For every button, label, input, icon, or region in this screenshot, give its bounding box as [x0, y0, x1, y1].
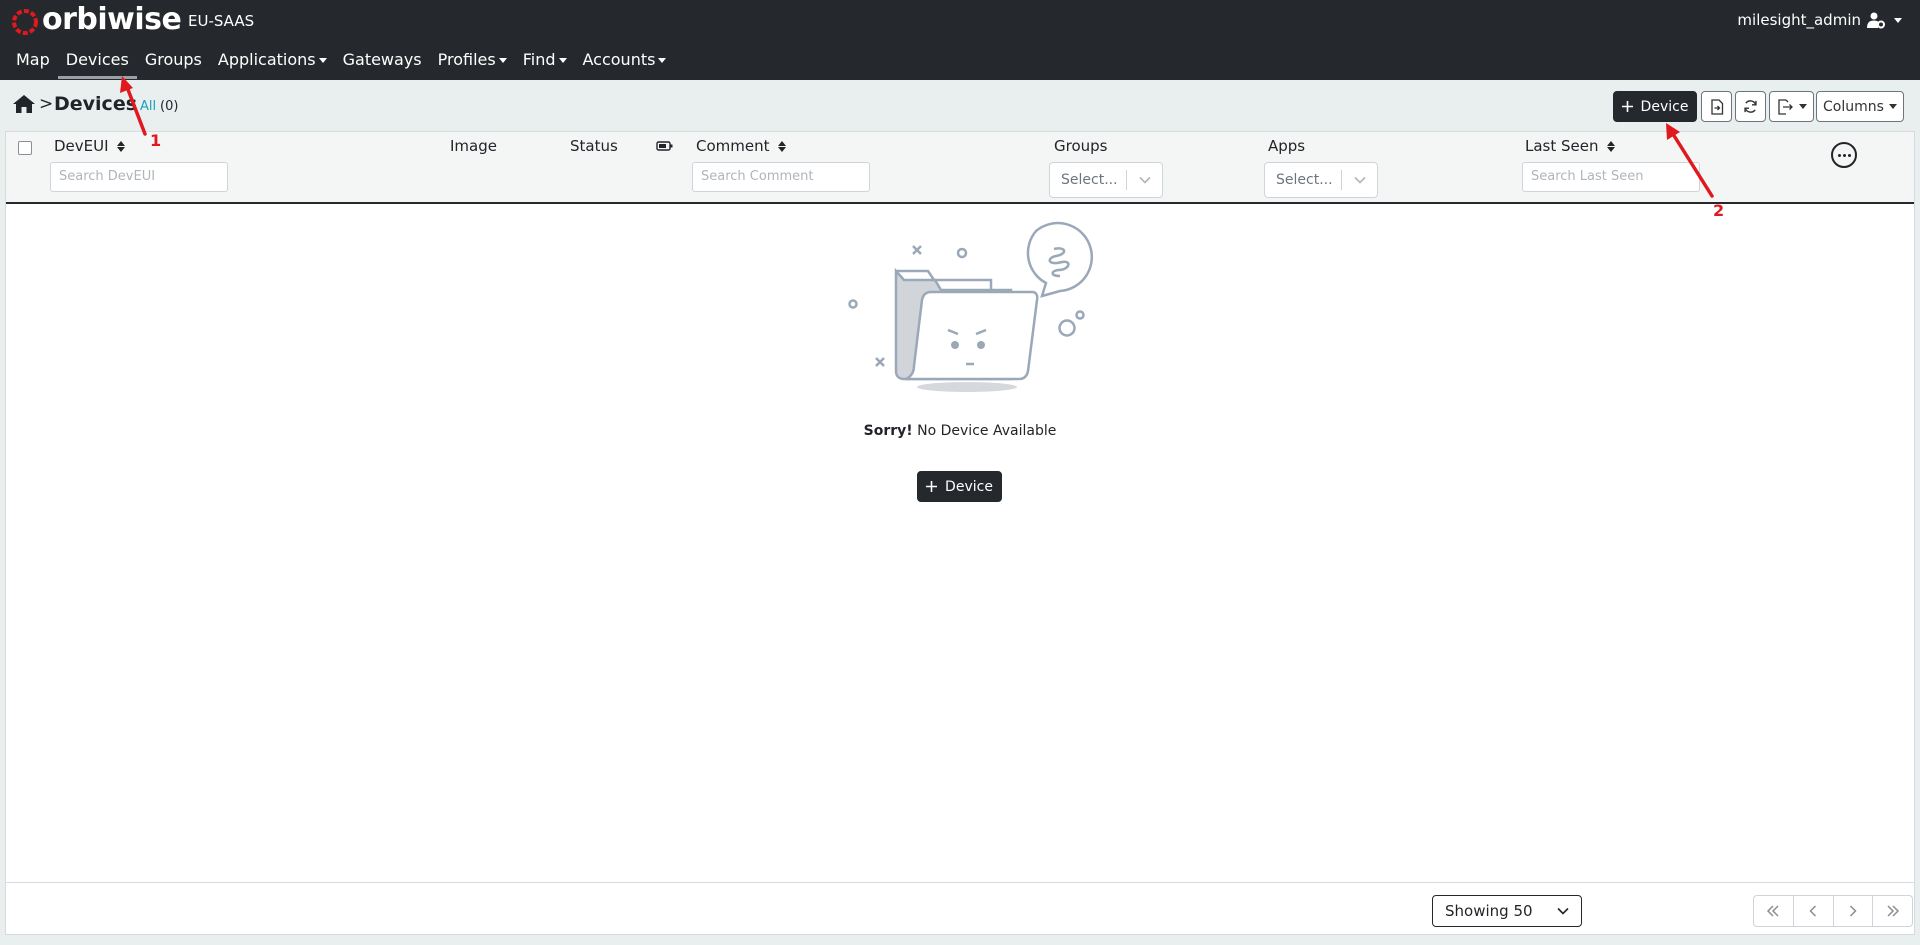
- nav-find[interactable]: Find: [515, 49, 575, 73]
- page-title: Devices: [54, 93, 138, 115]
- column-status: Status: [570, 137, 618, 155]
- chevron-down-icon: [1798, 104, 1807, 109]
- export-icon: [1777, 98, 1793, 115]
- chevron-down-icon: [658, 58, 667, 63]
- chevron-left-icon: [1809, 905, 1817, 917]
- table-footer: Showing 50: [6, 882, 1914, 934]
- main-nav: Map Devices Groups Applications Gateways…: [8, 49, 675, 79]
- home-icon[interactable]: [13, 95, 35, 113]
- filter-all-link[interactable]: All: [140, 99, 156, 114]
- empty-state-message: Sorry! No Device Available: [863, 423, 1057, 439]
- empty-folder-illustration: [848, 221, 1094, 392]
- chevron-down-icon: [1557, 907, 1569, 915]
- devices-table: DevEUI Search DevEUI Image Status Commen…: [5, 131, 1915, 935]
- nav-gateways[interactable]: Gateways: [335, 49, 430, 73]
- last-page-button[interactable]: [1873, 896, 1912, 926]
- nav-accounts[interactable]: Accounts: [575, 49, 675, 73]
- prev-page-button[interactable]: [1794, 896, 1834, 926]
- breadcrumb-separator: >: [39, 94, 54, 114]
- plus-icon: [1621, 101, 1633, 112]
- groups-select[interactable]: Select...: [1049, 162, 1163, 198]
- brand-name: orbiwise: [42, 2, 182, 37]
- top-header: orbiwise EU-SAAS milesight_admin Map Dev…: [0, 0, 1920, 80]
- columns-dropdown[interactable]: Columns: [1816, 91, 1904, 122]
- file-import-icon: [1710, 98, 1723, 115]
- nav-applications[interactable]: Applications: [210, 49, 335, 73]
- search-last-seen-input[interactable]: Search Last Seen: [1522, 162, 1700, 192]
- chevron-right-icon: [1849, 905, 1857, 917]
- annotation-label-1: 1: [150, 131, 162, 150]
- next-page-button[interactable]: [1834, 896, 1874, 926]
- page-size-select[interactable]: Showing 50: [1432, 895, 1582, 927]
- refresh-button[interactable]: [1735, 91, 1766, 122]
- refresh-icon: [1744, 100, 1757, 113]
- add-device-button[interactable]: Device: [1613, 91, 1697, 122]
- brand-ring-icon: [12, 8, 38, 35]
- select-all-checkbox[interactable]: [18, 141, 32, 155]
- nav-profiles[interactable]: Profiles: [430, 49, 515, 73]
- chevron-down-icon: [1138, 176, 1151, 184]
- chevrons-right-icon: [1887, 905, 1899, 917]
- user-menu[interactable]: milesight_admin: [1737, 11, 1902, 29]
- plus-icon: [926, 481, 938, 492]
- nav-groups[interactable]: Groups: [137, 49, 210, 73]
- annotation-label-2: 2: [1713, 201, 1725, 220]
- device-count: (0): [160, 99, 179, 114]
- more-options-icon[interactable]: [1831, 142, 1857, 168]
- column-groups: Groups: [1054, 137, 1108, 155]
- tenant-label: EU-SAAS: [188, 12, 255, 30]
- column-deveui[interactable]: DevEUI: [54, 137, 125, 155]
- sort-icon[interactable]: [777, 140, 786, 152]
- nav-devices[interactable]: Devices: [57, 49, 137, 79]
- column-apps: Apps: [1268, 137, 1306, 155]
- username: milesight_admin: [1737, 11, 1861, 29]
- export-button[interactable]: [1769, 91, 1814, 122]
- search-deveui-input[interactable]: Search DevEUI: [50, 162, 228, 192]
- nav-map[interactable]: Map: [8, 49, 58, 73]
- sort-icon[interactable]: [116, 140, 125, 152]
- user-settings-icon: [1867, 12, 1885, 29]
- orbiwise-logo[interactable]: orbiwise: [10, 2, 182, 37]
- chevron-down-icon: [1353, 176, 1366, 184]
- columns-label: Columns: [1823, 98, 1884, 115]
- add-device-label: Device: [1640, 98, 1689, 115]
- column-comment[interactable]: Comment: [696, 137, 786, 155]
- import-button[interactable]: [1701, 91, 1732, 122]
- chevron-down-icon: [558, 58, 567, 63]
- chevron-down-icon: [1888, 104, 1897, 109]
- column-image: Image: [450, 137, 497, 155]
- chevron-down-icon: [498, 58, 507, 63]
- sort-icon[interactable]: [1606, 140, 1615, 152]
- column-last-seen[interactable]: Last Seen: [1525, 137, 1615, 155]
- chevrons-left-icon: [1767, 905, 1779, 917]
- table-header: DevEUI Search DevEUI Image Status Commen…: [6, 132, 1914, 204]
- chevron-down-icon: [1894, 17, 1902, 23]
- pagination: [1753, 895, 1913, 927]
- apps-select[interactable]: Select...: [1264, 162, 1378, 198]
- first-page-button[interactable]: [1754, 896, 1794, 926]
- search-comment-input[interactable]: Search Comment: [692, 162, 870, 192]
- chevron-down-icon: [318, 58, 327, 63]
- empty-add-device-button[interactable]: Device: [917, 471, 1002, 502]
- battery-icon: [656, 141, 673, 151]
